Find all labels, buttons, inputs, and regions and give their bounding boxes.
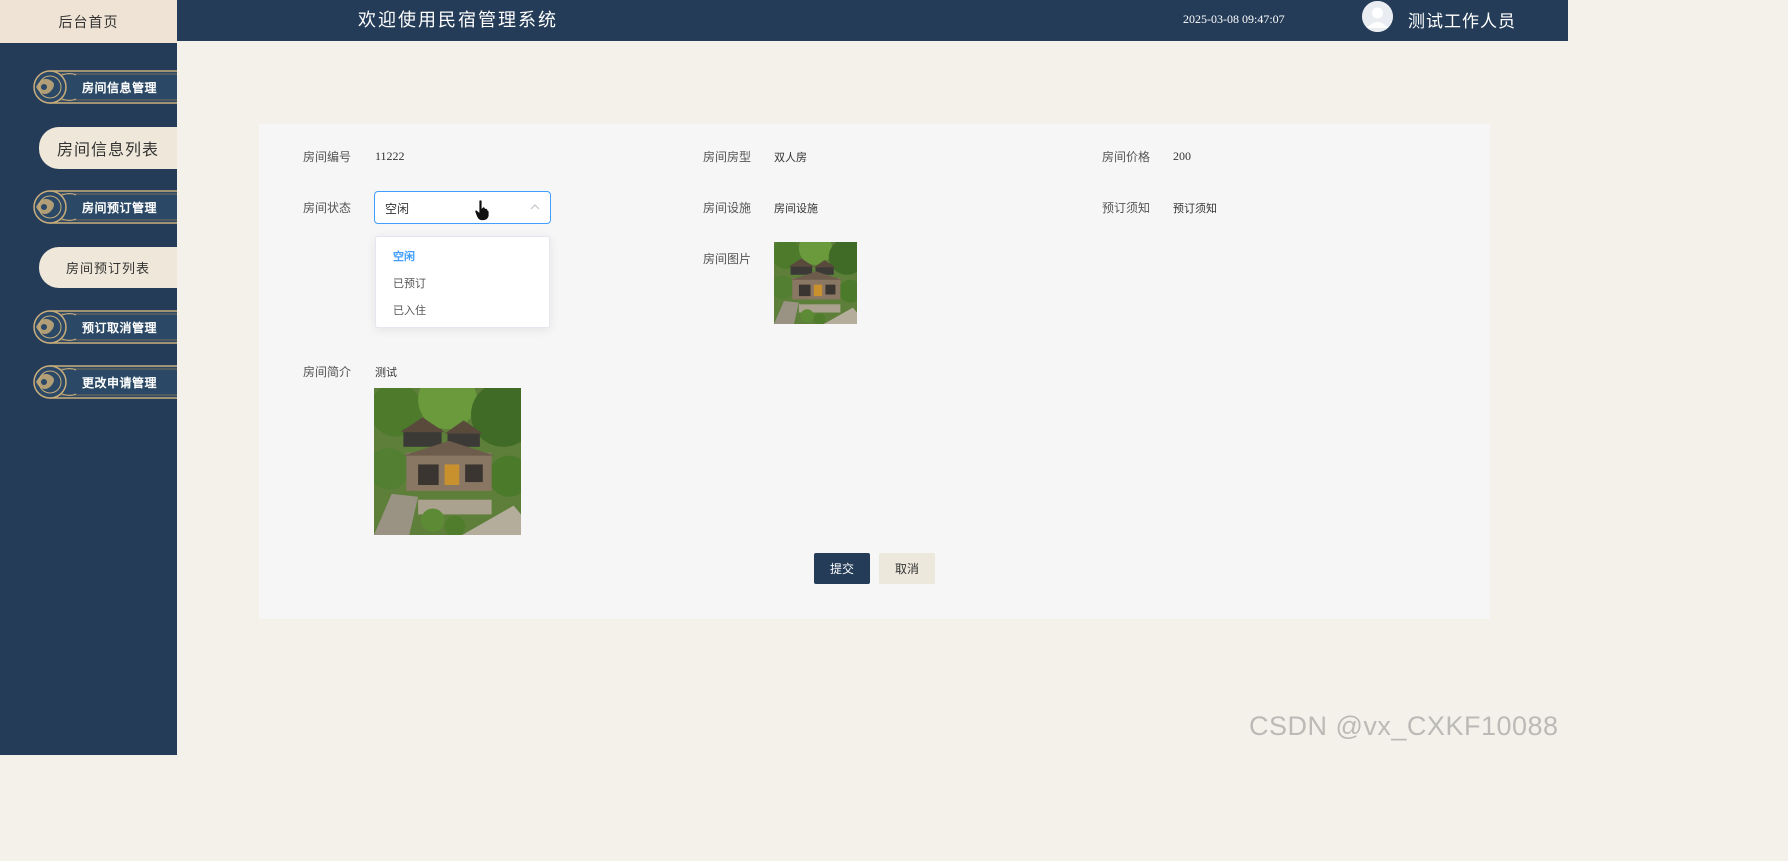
status-option-checked-in[interactable]: 已入住: [393, 302, 426, 318]
sidebar-item-label: 房间预订管理: [82, 201, 158, 215]
room-price-label: 房间价格: [1102, 150, 1151, 164]
sidebar-item-cancellation-management[interactable]: 预订取消管理: [32, 306, 177, 348]
hand-cursor-icon: [474, 199, 490, 221]
room-status-label: 房间状态: [303, 201, 352, 215]
room-intro-value: 测试: [375, 366, 397, 379]
app-title: 欢迎使用民宿管理系统: [358, 10, 558, 31]
room-intro-image: [374, 388, 521, 535]
watermark: CSDN @vx_CXKF10088: [1249, 711, 1559, 741]
top-bar: [0, 0, 1568, 41]
chevron-up-icon: [530, 204, 540, 210]
room-number-label: 房间编号: [303, 150, 352, 164]
home-tab[interactable]: 后台首页: [0, 0, 177, 43]
sidebar-item-label: 预订取消管理: [82, 321, 158, 335]
booking-notice-value: 预订须知: [1173, 202, 1217, 215]
user-name[interactable]: 测试工作人员: [1408, 7, 1516, 32]
sidebar-item-booking-list[interactable]: 房间预订列表: [39, 247, 177, 288]
sidebar-item-room-info-list[interactable]: 房间信息列表: [39, 127, 177, 169]
room-status-dropdown: 空闲 已预订 已入住: [375, 236, 550, 328]
room-image-thumbnail[interactable]: [774, 242, 857, 324]
room-status-select[interactable]: 空闲: [374, 191, 551, 224]
user-icon: [1362, 1, 1393, 32]
avatar[interactable]: [1362, 1, 1393, 32]
room-facilities-label: 房间设施: [703, 201, 752, 215]
sidebar-item-label: 房间信息管理: [82, 81, 158, 95]
cancel-button[interactable]: 取消: [879, 553, 935, 584]
status-option-booked[interactable]: 已预订: [393, 275, 426, 291]
room-price-value: 200: [1173, 149, 1191, 163]
status-option-vacant[interactable]: 空闲: [393, 248, 415, 264]
booking-notice-label: 预订须知: [1102, 201, 1151, 215]
clock: 2025-03-08 09:47:07: [1183, 12, 1285, 26]
room-type-label: 房间房型: [703, 150, 752, 164]
sidebar-item-room-info-management[interactable]: 房间信息管理: [32, 66, 177, 108]
room-intro-label: 房间简介: [303, 365, 352, 379]
room-type-value: 双人房: [774, 151, 807, 164]
sidebar-item-booking-management[interactable]: 房间预订管理: [32, 186, 177, 228]
room-facilities-value: 房间设施: [774, 202, 818, 215]
sidebar-item-label: 更改申请管理: [82, 376, 158, 390]
submit-button[interactable]: 提交: [814, 553, 870, 584]
room-status-selected-value: 空闲: [385, 202, 410, 216]
room-image-label: 房间图片: [703, 252, 752, 266]
room-number-value: 11222: [375, 149, 405, 163]
sidebar-item-change-request-management[interactable]: 更改申请管理: [32, 361, 177, 403]
